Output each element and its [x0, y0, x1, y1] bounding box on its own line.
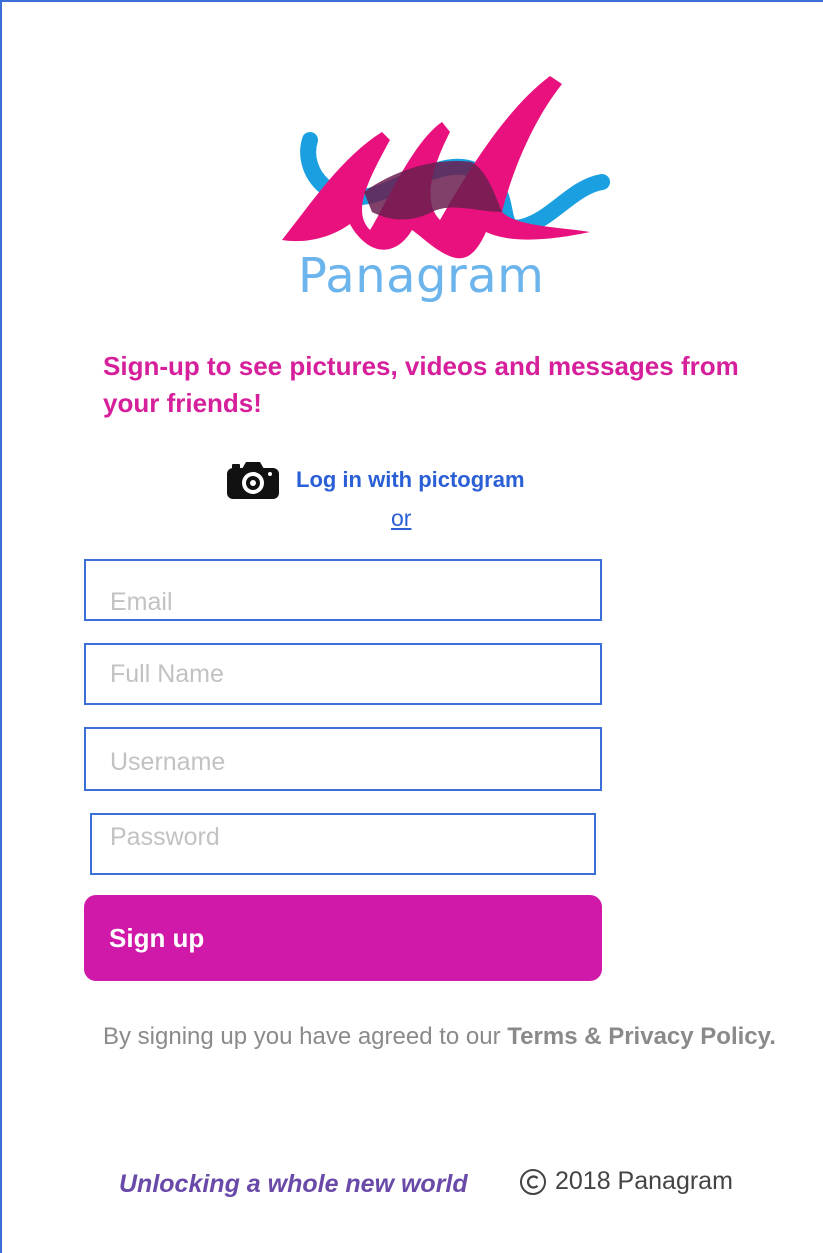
sign-up-button[interactable]: Sign up	[84, 895, 602, 981]
terms-prefix: By signing up you have agreed to our	[103, 1023, 508, 1050]
signup-tagline: Sign-up to see pictures, videos and mess…	[103, 351, 739, 418]
terms-privacy-link[interactable]: Terms & Privacy Policy.	[507, 1023, 776, 1050]
footer-copyright: 2018 Panagram	[519, 1167, 733, 1196]
username-input[interactable]	[84, 727, 602, 791]
full-name-input[interactable]	[84, 643, 602, 705]
logo-wordmark: Panagram	[298, 248, 545, 304]
pictogram-login-row[interactable]: Log in with pictogram	[226, 458, 525, 502]
or-divider-link[interactable]: or	[391, 505, 411, 532]
terms-notice: By signing up you have agreed to our Ter…	[103, 1020, 793, 1053]
copyright-text: 2018 Panagram	[555, 1167, 733, 1195]
email-input[interactable]	[84, 559, 602, 621]
footer-slogan: Unlocking a whole new world	[119, 1170, 468, 1198]
pictogram-login-link[interactable]: Log in with pictogram	[296, 467, 525, 493]
camera-icon	[227, 462, 279, 499]
signup-page: Panagram Sign-up to see pictures, videos…	[0, 0, 823, 1253]
password-input[interactable]	[90, 813, 596, 875]
copyright-icon	[520, 1168, 546, 1195]
